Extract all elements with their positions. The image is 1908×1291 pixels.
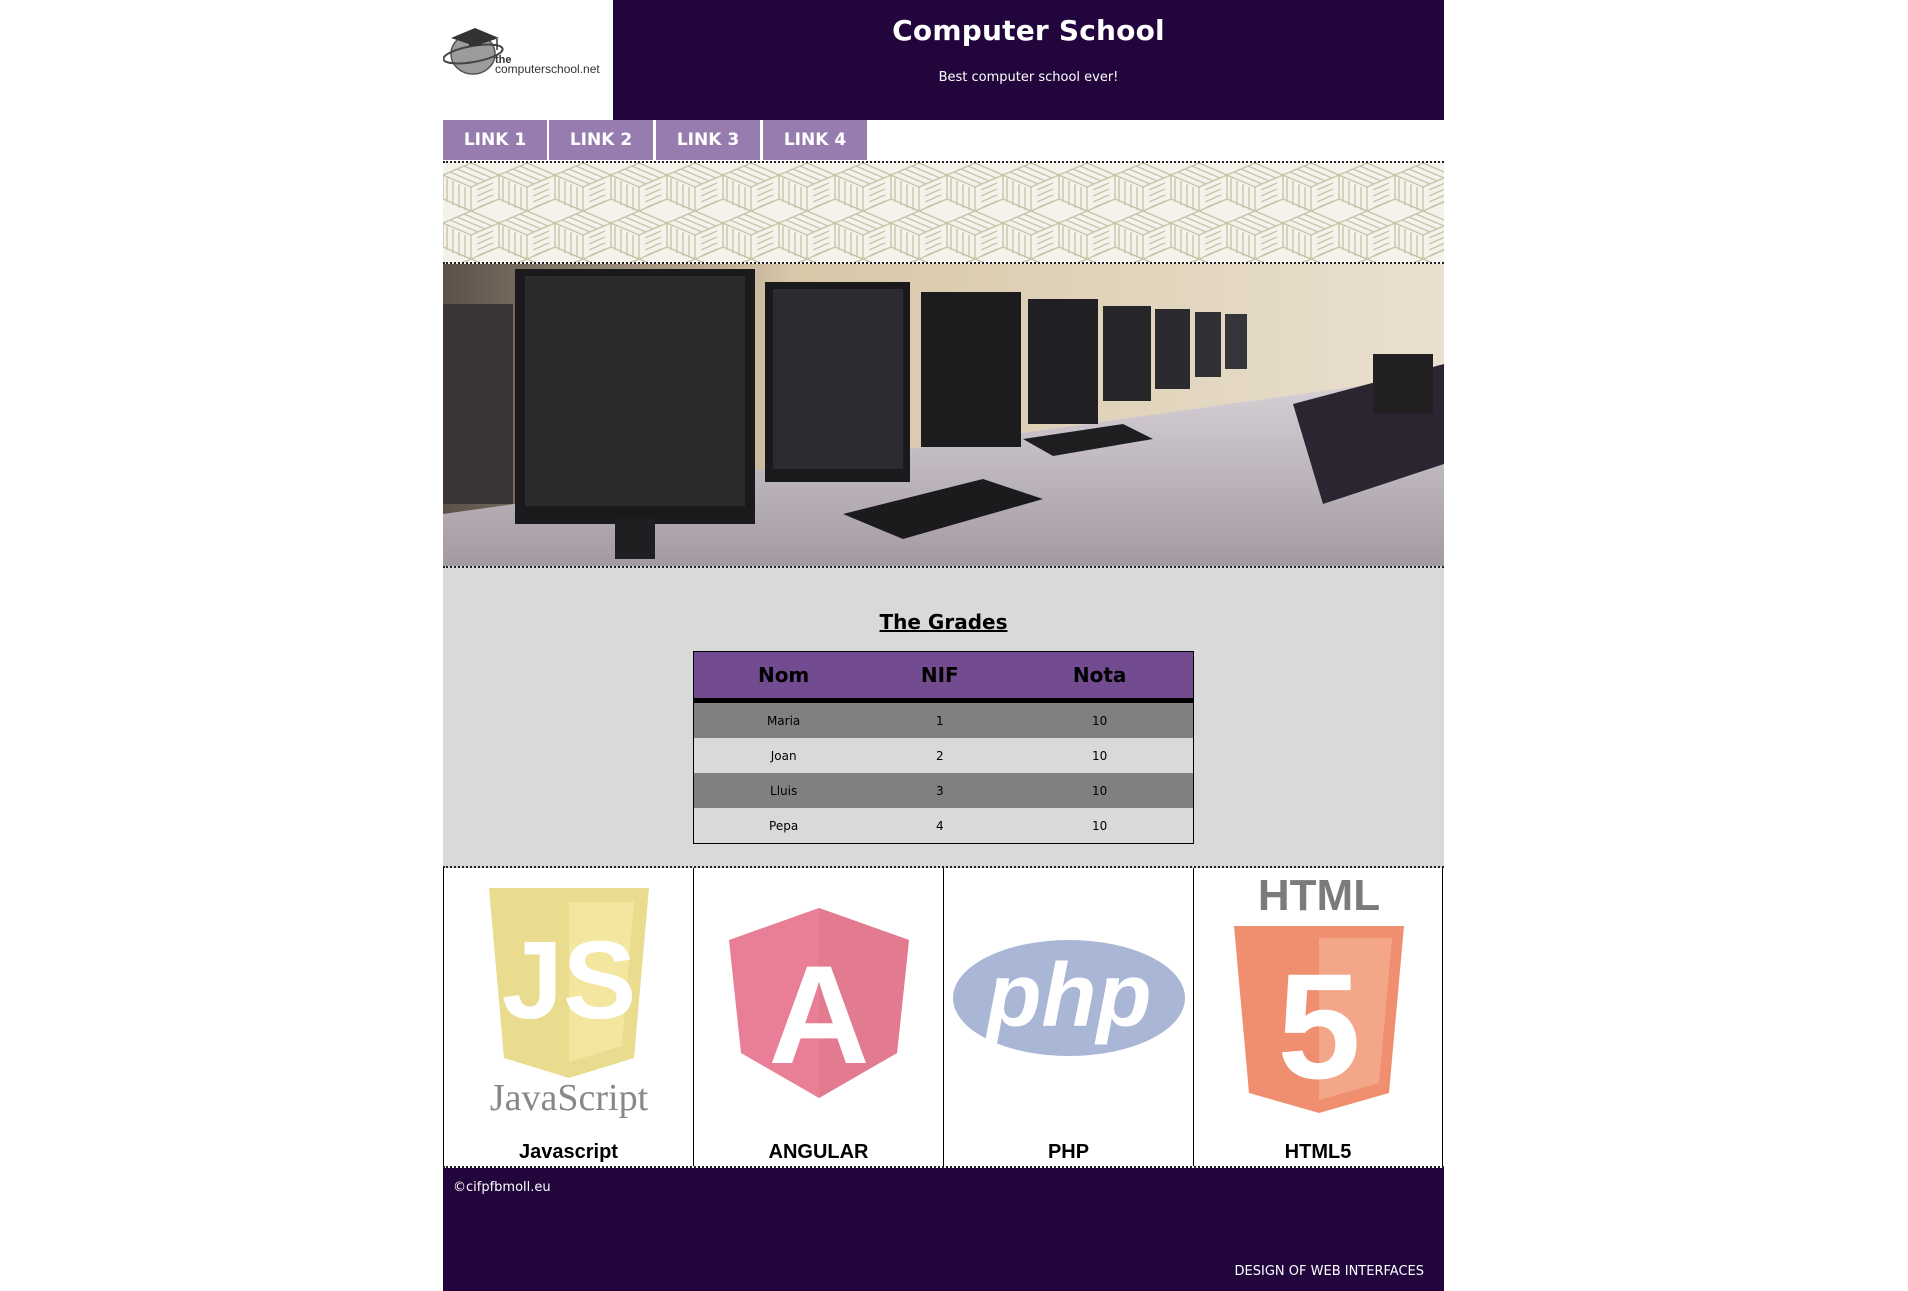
cell-nom: Maria xyxy=(693,700,874,738)
grades-section: The Grades Nom NIF Nota Maria 1 10 Joan … xyxy=(443,566,1444,868)
table-row: Maria 1 10 xyxy=(693,700,1194,738)
cell-nif: 1 xyxy=(873,700,1007,738)
header-banner: Computer School Best computer school eve… xyxy=(613,0,1444,120)
grades-table: Nom NIF Nota Maria 1 10 Joan 2 10 Lluis xyxy=(693,651,1194,844)
column-header-nom: Nom xyxy=(693,651,874,703)
javascript-logo-icon: JS JavaScript xyxy=(489,888,649,1119)
nav-link-1[interactable]: LINK 1 xyxy=(443,120,548,160)
cell-nif: 4 xyxy=(873,808,1007,844)
svg-text:HTML: HTML xyxy=(1258,871,1380,920)
copyright-text: ©cifpfbmoll.eu xyxy=(453,1180,551,1195)
nav-link-3[interactable]: LINK 3 xyxy=(656,120,761,160)
grades-title: The Grades xyxy=(879,610,1008,634)
nav-link-4[interactable]: LINK 4 xyxy=(763,120,868,160)
site-logo[interactable]: the computerschool.net xyxy=(443,0,613,120)
table-header-row: Nom NIF Nota xyxy=(693,651,1194,703)
site-title: Computer School xyxy=(892,14,1165,47)
cell-nif: 3 xyxy=(873,773,1007,808)
page: the computerschool.net Computer School B… xyxy=(443,0,1444,1291)
svg-text:JS: JS xyxy=(502,919,637,1042)
column-header-nif: NIF xyxy=(873,651,1007,703)
svg-text:A: A xyxy=(768,936,869,1093)
tech-label-angular: ANGULAR xyxy=(768,1141,869,1163)
svg-text:JavaScript: JavaScript xyxy=(490,1077,649,1119)
footer-credit: DESIGN OF WEB INTERFACES xyxy=(1234,1264,1424,1279)
tech-card-php[interactable]: php PHP xyxy=(943,868,1193,1166)
php-logo-icon: php xyxy=(953,940,1185,1056)
nav-link-2[interactable]: LINK 2 xyxy=(549,120,654,160)
column-header-nota: Nota xyxy=(1006,651,1194,703)
table-row: Pepa 4 10 xyxy=(693,808,1194,844)
main-nav: LINK 1 LINK 2 LINK 3 LINK 4 xyxy=(443,120,1444,160)
cell-nota: 10 xyxy=(1006,738,1194,773)
site-footer: ©cifpfbmoll.eu DESIGN OF WEB INTERFACES xyxy=(443,1168,1444,1291)
angular-logo-icon: A xyxy=(729,908,909,1098)
tech-label-html5: HTML5 xyxy=(1284,1141,1352,1163)
table-row: Lluis 3 10 xyxy=(693,773,1194,808)
table-row: Joan 2 10 xyxy=(693,738,1194,773)
cell-nota: 10 xyxy=(1006,700,1194,738)
cell-nota: 10 xyxy=(1006,773,1194,808)
svg-text:5: 5 xyxy=(1277,942,1360,1110)
computer-monitors-image-icon xyxy=(443,264,1444,566)
tech-label-php: PHP xyxy=(1047,1141,1090,1163)
svg-text:computerschool.net: computerschool.net xyxy=(495,62,600,76)
html5-logo-icon: HTML 5 xyxy=(1234,871,1404,1113)
tech-card-html5[interactable]: HTML 5 HTML5 xyxy=(1193,868,1443,1166)
geometric-pattern-icon xyxy=(443,163,1444,262)
tech-card-angular[interactable]: A ANGULAR xyxy=(693,868,943,1166)
technologies-section: JS JavaScript Javascript A ANGULAR php P… xyxy=(443,868,1444,1168)
cell-nom: Joan xyxy=(693,738,874,773)
site-subtitle: Best computer school ever! xyxy=(938,70,1119,85)
cell-nom: Pepa xyxy=(693,808,874,844)
tech-label-javascript: Javascript xyxy=(519,1141,618,1163)
cell-nota: 10 xyxy=(1006,808,1194,844)
tech-card-javascript[interactable]: JS JavaScript Javascript xyxy=(443,868,693,1166)
graduation-globe-logo-icon: the computerschool.net xyxy=(443,28,600,76)
cell-nif: 2 xyxy=(873,738,1007,773)
svg-text:php: php xyxy=(985,946,1152,1046)
decorative-pattern-band xyxy=(443,161,1444,264)
computer-lab-photo xyxy=(443,264,1444,566)
cell-nom: Lluis xyxy=(693,773,874,808)
